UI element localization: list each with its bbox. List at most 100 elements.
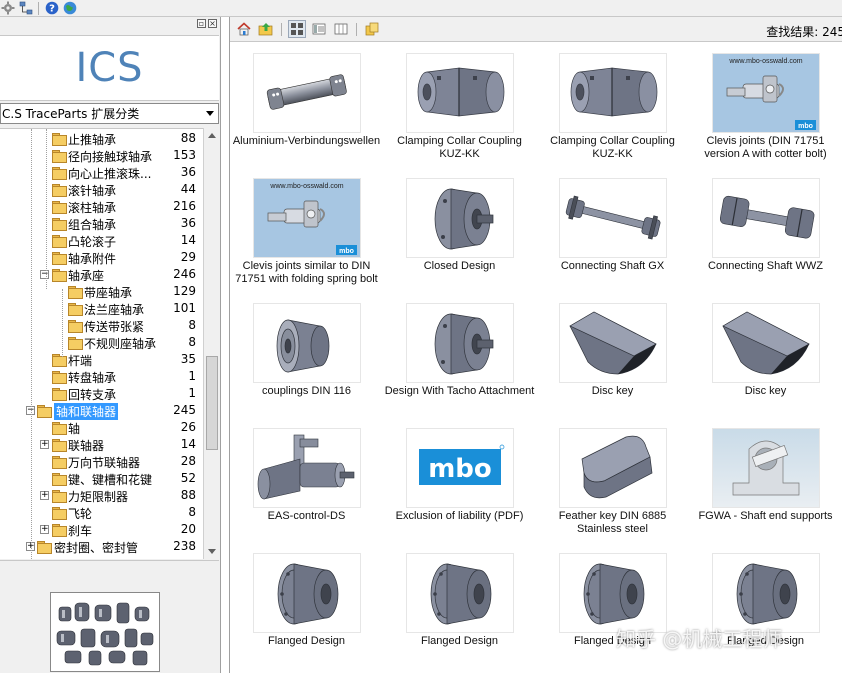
result-item[interactable]: Closed Design (383, 168, 536, 293)
folder-icon (52, 252, 67, 265)
tree-item-label: 不规则座轴承 (84, 337, 157, 351)
tree-item-count: 1 (188, 386, 196, 400)
folder-icon (52, 456, 67, 469)
result-thumbnail[interactable] (253, 303, 361, 383)
tree-item-count: 28 (180, 454, 196, 468)
network-icon[interactable] (18, 1, 33, 16)
result-thumbnail[interactable] (712, 178, 820, 258)
globe-icon[interactable] (62, 1, 77, 16)
tree-scrollbar[interactable] (203, 128, 219, 559)
result-thumbnail[interactable] (559, 553, 667, 633)
result-item[interactable]: EAS-control-DS (230, 418, 383, 543)
scrollbar-thumb[interactable] (206, 356, 218, 450)
copy-icon[interactable] (363, 20, 381, 38)
result-thumbnail[interactable] (253, 553, 361, 633)
folder-icon (52, 490, 67, 503)
result-thumbnail[interactable]: mbo (406, 428, 514, 508)
result-caption: Clevis joints similar to DIN 71751 with … (235, 260, 378, 285)
toolbar-separator (38, 1, 39, 15)
result-item[interactable]: www.mbo-osswald.com mbo Clevis joints simi… (230, 168, 383, 293)
result-caption: Disc key (591, 385, 634, 397)
result-item[interactable]: Connecting Shaft GX (536, 168, 689, 293)
close-icon[interactable]: × (208, 19, 217, 28)
folder-icon (52, 422, 67, 435)
tree-item-count: 216 (173, 199, 196, 213)
result-thumbnail[interactable] (559, 428, 667, 508)
logo: ICS (0, 35, 219, 101)
result-thumbnail[interactable] (406, 53, 514, 133)
scroll-up-icon[interactable] (208, 133, 216, 138)
collapse-icon[interactable]: − (40, 270, 49, 279)
tree-item-label: 凸轮滚子 (68, 235, 117, 249)
folder-icon (52, 388, 67, 401)
folder-icon (52, 269, 67, 282)
home-icon[interactable] (235, 20, 253, 38)
result-thumbnail[interactable] (712, 303, 820, 383)
result-thumbnail[interactable] (712, 428, 820, 508)
tree-item-label: 轴和联轴器 (54, 403, 119, 420)
result-thumbnail[interactable] (406, 178, 514, 258)
result-thumbnail[interactable]: www.mbo-osswald.com mbo (253, 178, 361, 258)
category-tree[interactable]: 止推轴承 88 径向接触球轴承 153 向心止推滚珠... 36 滚针轴承 44 滚柱轴承 216… (0, 128, 203, 559)
expand-icon[interactable]: + (40, 440, 49, 449)
detail-view-icon[interactable] (332, 20, 350, 38)
result-item[interactable]: Flanged Design (230, 543, 383, 668)
svg-text:?: ? (49, 4, 55, 15)
result-thumbnail[interactable] (559, 178, 667, 258)
thumbnail-view-icon[interactable] (288, 20, 306, 38)
scroll-down-icon[interactable] (208, 549, 216, 554)
result-thumbnail[interactable] (406, 303, 514, 383)
result-item[interactable]: Disc key (689, 293, 842, 418)
restore-icon[interactable]: ▫ (197, 19, 206, 28)
tree-item-label: 带座轴承 (84, 286, 133, 300)
result-item[interactable]: www.mbo-osswald.com mbo Clevis joints (DIN… (689, 43, 842, 168)
list-view-icon[interactable] (310, 20, 328, 38)
tree-item-label: 联轴器 (68, 439, 105, 453)
result-item[interactable]: Design With Tacho Attachment (383, 293, 536, 418)
svg-text:www.mbo-osswald.com: www.mbo-osswald.com (269, 183, 343, 190)
result-item[interactable]: couplings DIN 116 (230, 293, 383, 418)
tree-item-count: 35 (180, 352, 196, 366)
tree-item-count: 36 (180, 165, 196, 179)
folder-icon (52, 150, 67, 163)
tree-item-count: 246 (173, 267, 196, 281)
result-thumbnail[interactable] (253, 428, 361, 508)
result-thumbnail[interactable]: www.mbo-osswald.com mbo (712, 53, 820, 133)
tree-item-count: 129 (173, 284, 196, 298)
expand-icon[interactable]: + (40, 491, 49, 500)
expand-icon[interactable]: + (40, 525, 49, 534)
tree-item-count: 8 (188, 505, 196, 519)
preview-area (0, 560, 219, 673)
chevron-down-icon[interactable] (206, 111, 214, 116)
folder-icon (52, 473, 67, 486)
tree-item-label: 力矩限制器 (68, 490, 129, 504)
result-thumbnail[interactable] (253, 53, 361, 133)
result-item[interactable]: Flanged Design (383, 543, 536, 668)
result-item[interactable]: Aluminium-Verbindungswellen (230, 43, 383, 168)
gear-icon[interactable] (0, 1, 15, 16)
result-item[interactable]: Connecting Shaft WWZ (689, 168, 842, 293)
tree-item-label: 向心止推滚珠... (68, 167, 152, 181)
result-item[interactable]: mbo Exclusion of liability (PDF) (383, 418, 536, 543)
results-grid: Aluminium-Verbindungswellen Clamping Coll… (230, 43, 842, 673)
tree-item-label: 止推轴承 (68, 133, 117, 147)
main-toolbar: ? (0, 0, 842, 17)
result-thumbnail[interactable] (559, 53, 667, 133)
tree-guide-line (46, 129, 47, 289)
result-item[interactable]: Disc key (536, 293, 689, 418)
result-item[interactable]: Clamping Collar Coupling KUZ-KK (536, 43, 689, 168)
folder-icon (68, 303, 83, 316)
watermark: 知乎 @机械工程师 (616, 627, 783, 651)
tree-item-label: 轴承附件 (68, 252, 117, 266)
result-item[interactable]: Feather key DIN 6885 Stainless steel (536, 418, 689, 543)
result-item[interactable]: Clamping Collar Coupling KUZ-KK (383, 43, 536, 168)
help-icon[interactable]: ? (44, 1, 59, 16)
up-folder-icon[interactable] (257, 20, 275, 38)
result-thumbnail[interactable] (559, 303, 667, 383)
result-item[interactable]: FGWA - Shaft end supports (689, 418, 842, 543)
folder-icon (52, 524, 67, 537)
tree-guide-line (31, 129, 32, 559)
result-thumbnail[interactable] (712, 553, 820, 633)
classification-select[interactable]: C.S TraceParts 扩展分类 (0, 103, 219, 124)
result-thumbnail[interactable] (406, 553, 514, 633)
